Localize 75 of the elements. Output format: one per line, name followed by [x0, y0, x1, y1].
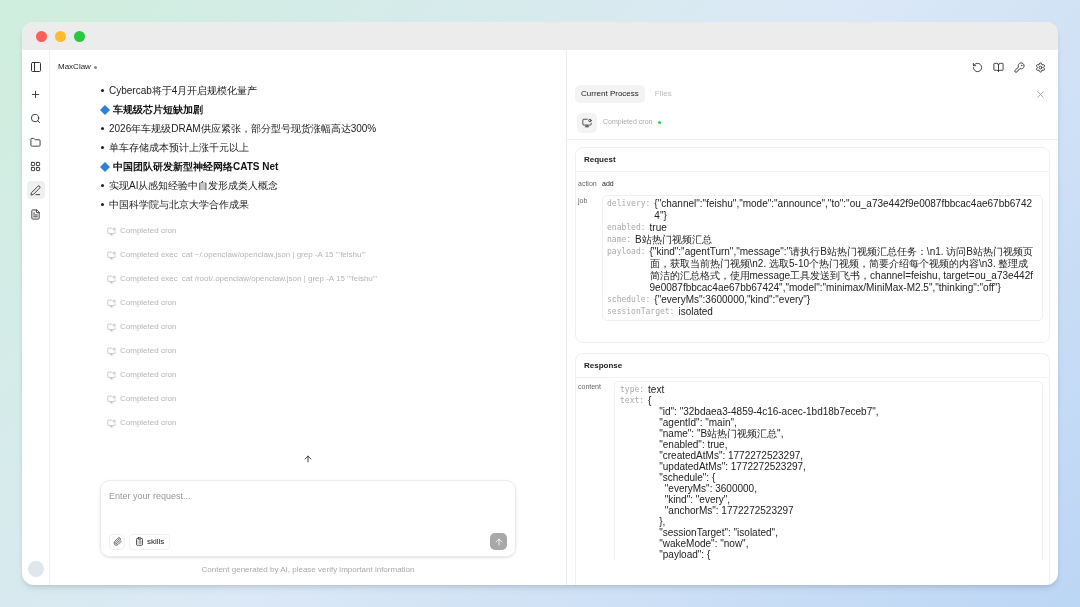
bullet-icon — [101, 184, 104, 187]
arrow-up-icon — [493, 536, 504, 547]
monitor-icon — [107, 274, 116, 284]
field-value: text — [648, 384, 665, 395]
disclaimer-text: Content generated by AI, please verify important information — [201, 564, 415, 576]
tool-call-label[interactable]: Completed exec — [120, 249, 178, 261]
panel-tab[interactable]: Current Process — [575, 85, 645, 103]
monitor-icon — [107, 418, 116, 428]
bullet-icon — [101, 146, 104, 149]
monitor-icon — [107, 370, 116, 380]
field-key: enabled: — [607, 221, 646, 234]
close-window-button[interactable] — [36, 30, 47, 42]
monitor-icon — [107, 250, 116, 260]
refresh-icon[interactable] — [972, 61, 983, 73]
field-value: true — [649, 221, 667, 234]
bullet-icon — [101, 127, 104, 130]
list-item: 单车存储成本预计上涨千元以上 — [109, 142, 249, 153]
key-icon[interactable] — [1014, 61, 1025, 73]
skills-button[interactable]: skills — [129, 533, 171, 550]
bullet-icon — [101, 203, 104, 206]
field-key: delivery: — [607, 197, 651, 222]
list-item: 中国科学院与北京大学合作成果 — [109, 199, 249, 210]
field-key: sessionTarget: — [607, 305, 675, 318]
arrow-up-icon — [303, 454, 313, 464]
tool-call-label[interactable]: Completed cron — [120, 393, 177, 405]
field-value: {"everyMs":3600000,"kind":"every"} — [654, 293, 811, 306]
field-value: isolated — [678, 305, 713, 318]
document-icon — [30, 208, 41, 220]
card-title: Response — [584, 359, 623, 372]
settings-icon[interactable] — [1035, 61, 1046, 73]
tool-call-label[interactable]: Completed exec — [120, 273, 178, 285]
monitor-icon — [107, 298, 116, 308]
field-key: schedule: — [607, 293, 651, 306]
monitor-icon — [107, 394, 116, 404]
command-text: cat ~/.openclaw/openclaw.json | grep -A 15 '"feishu"' — [181, 249, 366, 261]
app-name: MaxClaw — [58, 61, 91, 73]
section-heading: 车规级芯片短缺加剧 — [113, 104, 203, 115]
monitor-icon — [582, 117, 592, 128]
tool-call-label[interactable]: Completed cron — [120, 345, 177, 357]
list-item: 2026年车规级DRAM供应紧张，部分型号现货涨幅高达300% — [109, 123, 377, 134]
attach-button[interactable] — [109, 533, 125, 550]
field-key: name: — [607, 233, 632, 246]
card-title: Request — [584, 153, 616, 166]
diamond-icon — [100, 104, 110, 115]
plus-icon — [30, 88, 41, 100]
field-key: type: — [620, 384, 645, 395]
panel-icon[interactable] — [29, 61, 42, 73]
field-key: payload: — [607, 245, 646, 294]
list-item: Cybercab将于4月开启规模化量产 — [109, 85, 258, 96]
pen-icon — [30, 184, 41, 196]
tool-call-label[interactable]: Completed cron — [120, 297, 177, 309]
search-icon — [30, 112, 41, 124]
field-key: text: — [620, 395, 645, 560]
section-heading: 中国团队研发新型神经网络CATS Net — [113, 161, 279, 172]
monitor-icon — [107, 346, 116, 356]
command-text: cat /root/.openclaw/openclaw.json | grep -A 15 '"feishu"' — [181, 273, 378, 285]
tool-call-label[interactable]: Completed cron — [120, 417, 177, 429]
tool-call-label[interactable]: Completed cron — [120, 369, 177, 381]
monitor-icon — [107, 226, 116, 236]
field-value: {"kind":"agentTurn","message":"请执行B站热门视频汇总任务：\n1. 访问B站热门视频页面，获取当前热门视频\n2. 选取5-10个热门视频，简要介绍每个视频的内容\n3. 整理成简洁的汇总格式，使用message工具发送到飞书，channel=feishu, target=ou_a73e442f9e0087fbbcac4ae67bb67424","model":"minimax/MiniMax-M2.5","thinking":"off"} — [649, 245, 1035, 294]
field-value: { "id": "32bdaea3-4859-4c16-acec-1bd18b7eceb7", "agentId": "main", "name": "B站热门视频汇总", "enabled": true, "createdAtMs": 1772272523297, "updatedAtMs": 1772272523297, "schedule": { "everyMs": 3600000, "kind": "every", "anchorMs": 1772272523297 }, "sessionTarget": "isolated", "wakeMode": "now", "payload": { — [648, 395, 879, 560]
diamond-icon — [100, 161, 110, 172]
paperclip-icon — [112, 537, 122, 546]
tool-call-label[interactable]: Completed cron — [120, 225, 177, 237]
monitor-icon — [107, 322, 116, 332]
bullet-icon — [101, 89, 104, 92]
clipboard-icon — [135, 537, 144, 546]
sidebar-button[interactable] — [26, 181, 45, 199]
tool-call-label[interactable]: Completed cron — [120, 321, 177, 333]
request-input[interactable]: Enter your request... — [109, 490, 507, 504]
list-item: 实现AI从感知经验中自发形成类人概念 — [109, 180, 279, 191]
book-icon[interactable] — [993, 61, 1004, 73]
field-value: B站热门视频汇总 — [635, 233, 712, 246]
grid-icon — [30, 160, 41, 172]
folder-icon — [30, 136, 41, 148]
